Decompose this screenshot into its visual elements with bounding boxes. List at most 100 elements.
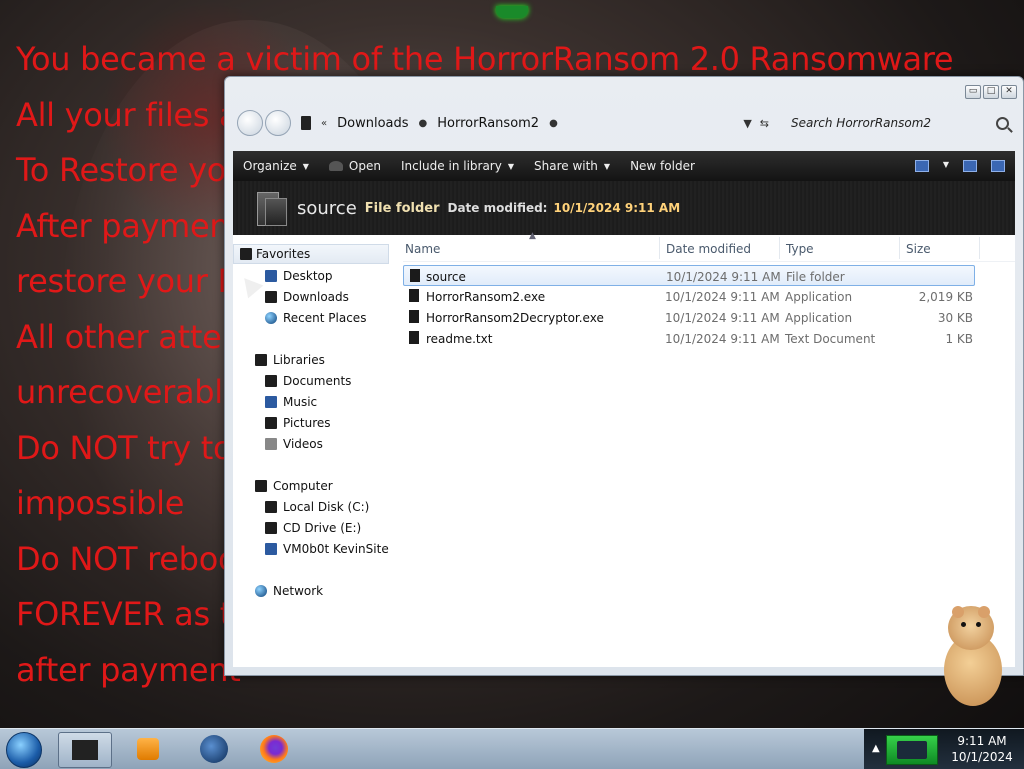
column-date-modified[interactable]: Date modified [666, 242, 751, 256]
column-divider[interactable] [979, 237, 980, 259]
breadcrumb-arrow-icon[interactable]: ● [419, 118, 428, 129]
nav-libraries[interactable]: Libraries [255, 353, 325, 367]
taskbar-media-player[interactable] [122, 732, 174, 766]
taskbar: ▲ 9:11 AM 10/1/2024 [0, 728, 1024, 769]
minimize-button[interactable]: ▭ [965, 85, 981, 99]
nav-favorites[interactable]: Favorites [233, 244, 389, 264]
nav-videos[interactable]: Videos [265, 437, 323, 451]
file-size: 2,019 KB [918, 290, 973, 304]
hard-drive-icon [265, 501, 277, 513]
file-name: HorrorRansom2.exe [426, 290, 546, 304]
nav-desktop-label: Desktop [283, 269, 333, 283]
system-tray: ▲ 9:11 AM 10/1/2024 [864, 729, 1024, 769]
breadcrumb-arrow-icon[interactable]: ● [549, 118, 558, 129]
file-row-readme-txt[interactable]: readme.txt 10/1/2024 9:11 AM Text Docume… [403, 328, 981, 349]
breadcrumb-chevron-icon[interactable]: « [321, 118, 327, 129]
navigation-pane: Favorites Desktop Downloads Recent Place… [233, 235, 397, 667]
address-dropdown-icon[interactable]: ▼ [743, 117, 751, 130]
file-type: Application [785, 290, 853, 304]
nav-pictures[interactable]: Pictures [265, 416, 331, 430]
tray-app-icon [897, 741, 927, 759]
search-input[interactable]: Search HorrorRansom2 [791, 116, 996, 130]
media-player-icon [137, 738, 159, 760]
nav-documents[interactable]: Documents [265, 374, 351, 388]
sort-ascending-icon: ▲ [529, 231, 536, 241]
nav-network-label: Network [273, 584, 324, 598]
nav-cd-drive[interactable]: CD Drive (E:) [265, 521, 361, 535]
file-date: 10/1/2024 9:11 AM [666, 270, 781, 284]
help-icon[interactable] [991, 160, 1005, 172]
breadcrumb-downloads[interactable]: Downloads [337, 116, 408, 131]
nav-recent-places[interactable]: Recent Places [265, 311, 366, 325]
explorer-window[interactable]: ▭ □ ✕ « Downloads ● HorrorRansom2 ● ▼ ⇆ … [224, 76, 1024, 676]
dropdown-caret-icon: ▼ [302, 161, 309, 171]
details-pane: source File folder Date modified: 10/1/2… [233, 181, 1015, 235]
file-row-horrorransom2-exe[interactable]: HorrorRansom2.exe 10/1/2024 9:11 AM Appl… [403, 286, 981, 307]
recent-places-icon [265, 312, 277, 324]
nav-music[interactable]: Music [265, 395, 317, 409]
forward-button[interactable] [265, 110, 291, 136]
file-row-source[interactable]: source 10/1/2024 9:11 AM File folder [403, 265, 975, 286]
screen-top-indicator [496, 6, 528, 18]
new-folder-button[interactable]: New folder [620, 159, 705, 173]
nav-cd-drive-label: CD Drive (E:) [283, 521, 362, 535]
search-box[interactable]: Search HorrorRansom2 [791, 112, 1015, 134]
application-icon [409, 289, 419, 302]
nav-local-disk[interactable]: Local Disk (C:) [265, 500, 369, 514]
hamster-eye [976, 622, 981, 627]
cd-drive-icon [265, 522, 277, 534]
open-button[interactable]: Open [319, 159, 391, 173]
column-divider[interactable] [659, 237, 660, 259]
hamster-head [948, 606, 994, 650]
column-divider[interactable] [779, 237, 780, 259]
include-in-library-button[interactable]: Include in library ▼ [391, 159, 524, 173]
column-divider[interactable] [899, 237, 900, 259]
change-view-icon[interactable] [914, 160, 929, 172]
column-header: ▲ Name Date modified Type Size [403, 231, 1015, 262]
open-app-icon [328, 161, 343, 171]
command-bar: Organize ▼ Open Include in library ▼ Share… [233, 151, 1015, 181]
application-icon [409, 310, 419, 323]
view-dropdown-icon[interactable]: ▼ [943, 160, 949, 172]
breadcrumb-horrorransom2[interactable]: HorrorRansom2 [437, 116, 539, 131]
refresh-icon[interactable]: ⇆ [760, 117, 769, 130]
folder-thumbnail-icon [253, 188, 287, 228]
close-button[interactable]: ✕ [1001, 85, 1017, 99]
column-name[interactable]: Name [405, 242, 440, 256]
taskbar-ie[interactable] [188, 732, 240, 766]
nav-downloads[interactable]: Downloads [265, 290, 349, 304]
hamster-ear [978, 606, 990, 618]
tray-app-button[interactable] [886, 735, 938, 765]
nav-desktop[interactable]: Desktop [265, 269, 333, 283]
hamster-mascot [936, 604, 1006, 706]
maximize-button[interactable]: □ [983, 85, 999, 99]
column-type[interactable]: Type [786, 242, 814, 256]
nav-music-label: Music [283, 395, 318, 409]
search-icon[interactable] [996, 116, 1009, 130]
window-controls: ▭ □ ✕ [965, 85, 1017, 99]
file-size: 1 KB [945, 332, 973, 346]
nav-network[interactable]: Network [255, 584, 323, 598]
column-size[interactable]: Size [906, 242, 931, 256]
file-row-decryptor-exe[interactable]: HorrorRansom2Decryptor.exe 10/1/2024 9:1… [403, 307, 981, 328]
start-button[interactable] [6, 732, 42, 768]
share-with-button[interactable]: Share with ▼ [524, 159, 620, 173]
nav-computer[interactable]: Computer [255, 479, 333, 493]
show-hidden-icons-icon[interactable]: ▲ [872, 743, 880, 754]
back-button[interactable] [237, 110, 263, 136]
preview-pane-icon[interactable] [963, 160, 977, 172]
organize-button[interactable]: Organize ▼ [233, 159, 319, 173]
nav-vm-share[interactable]: VM0b0t KevinSite [265, 542, 389, 556]
organize-label: Organize [243, 159, 297, 173]
file-date: 10/1/2024 9:11 AM [665, 290, 780, 304]
address-bar[interactable]: « Downloads ● HorrorRansom2 ● [301, 109, 558, 137]
taskbar-explorer[interactable] [58, 732, 112, 768]
text-document-icon [409, 331, 419, 344]
taskbar-firefox[interactable] [248, 732, 300, 766]
libraries-icon [255, 354, 267, 366]
file-type: File folder [786, 270, 845, 284]
desktop-icon [265, 270, 277, 282]
clock[interactable]: 9:11 AM 10/1/2024 [940, 733, 1024, 765]
file-date: 10/1/2024 9:11 AM [665, 332, 780, 346]
view-controls: ▼ [914, 160, 1015, 172]
